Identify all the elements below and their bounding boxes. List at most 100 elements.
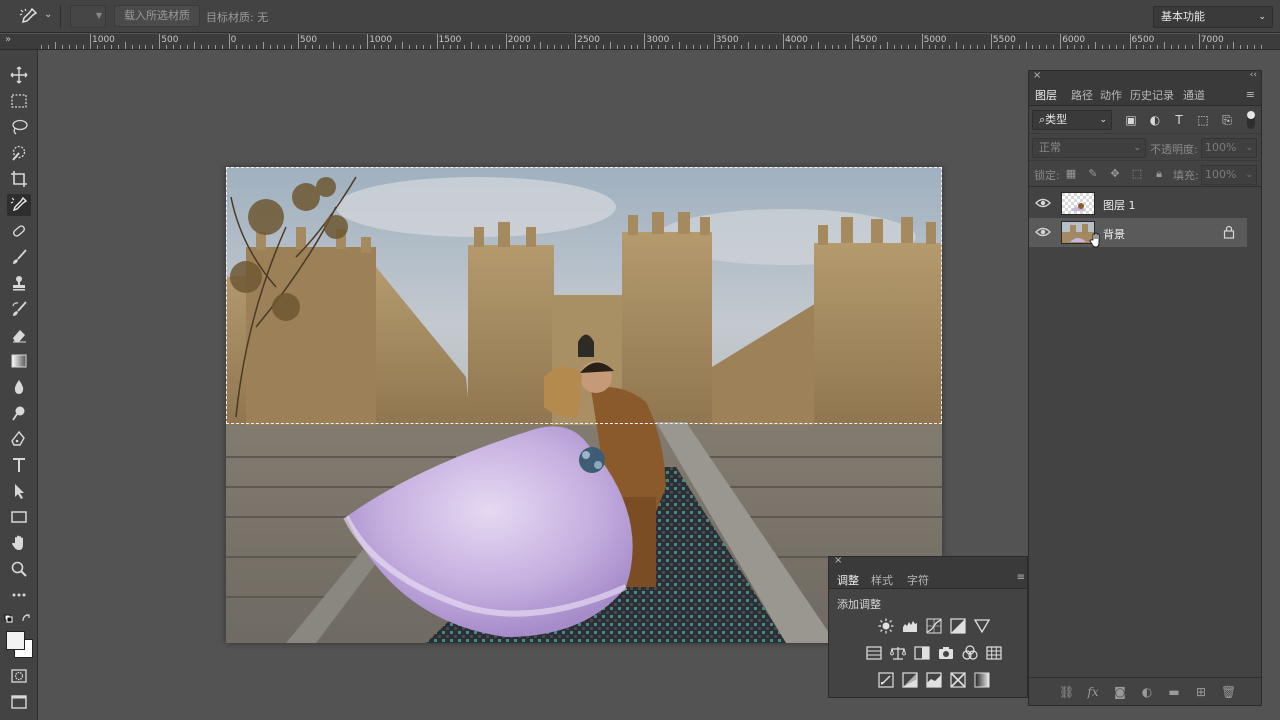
layer-row-background[interactable]: 背景 bbox=[1029, 218, 1247, 247]
history-brush-tool-icon[interactable] bbox=[7, 298, 31, 320]
selective-color-icon[interactable] bbox=[950, 672, 966, 688]
layer-kind-filter[interactable]: ⌕类型 ⌄ bbox=[1032, 110, 1112, 130]
ruler-corner[interactable]: » bbox=[0, 34, 38, 50]
panel-menu-icon[interactable]: ≡ bbox=[1017, 572, 1025, 583]
eraser-tool-icon[interactable] bbox=[7, 324, 31, 346]
visibility-eye-icon[interactable] bbox=[1035, 196, 1051, 210]
load-selected-material-button[interactable]: 载入所选材质 bbox=[114, 5, 200, 27]
levels-icon[interactable] bbox=[902, 618, 918, 634]
link-layers-icon[interactable]: ⛓ bbox=[1059, 685, 1074, 699]
posterize-icon[interactable] bbox=[902, 672, 918, 688]
curves-icon[interactable] bbox=[926, 618, 942, 634]
lock-all-icon[interactable]: 🔒︎ bbox=[1152, 167, 1166, 181]
fill-field[interactable]: 100% ⌄ bbox=[1201, 165, 1257, 185]
smart-object-filter-icon[interactable]: ⎘ bbox=[1220, 113, 1234, 127]
vibrance-icon[interactable] bbox=[974, 618, 990, 634]
quick-mask-icon[interactable] bbox=[7, 665, 31, 687]
pen-tool-icon[interactable] bbox=[7, 428, 31, 450]
fx-icon[interactable]: fx bbox=[1086, 685, 1100, 699]
blend-mode-select[interactable]: 正常 ⌄ bbox=[1032, 138, 1146, 158]
clone-stamp-tool-icon[interactable] bbox=[7, 272, 31, 294]
hand-tool-icon[interactable] bbox=[7, 532, 31, 554]
photo-filter-icon[interactable] bbox=[938, 645, 954, 661]
workspace-select[interactable]: 基本功能 ⌄ bbox=[1153, 6, 1273, 28]
threshold-icon[interactable] bbox=[926, 672, 942, 688]
type-filter-icon[interactable]: T bbox=[1172, 113, 1186, 127]
delete-layer-icon[interactable]: 🗑︎ bbox=[1221, 685, 1236, 699]
tab-history[interactable]: 历史记录 bbox=[1130, 87, 1174, 103]
tab-channels[interactable]: 通道 bbox=[1183, 87, 1205, 103]
ruler-minor-tick bbox=[353, 45, 355, 49]
horizontal-ruler[interactable]: 1000 500 0 500 1000 1500 2000 2500 3000 3500 4000 4… bbox=[38, 34, 1280, 50]
eyedropper-tool-icon[interactable] bbox=[7, 194, 31, 216]
close-panel-icon[interactable]: × bbox=[1033, 70, 1041, 81]
layer-name[interactable]: 背景 bbox=[1103, 226, 1125, 242]
ruler-minor-tick bbox=[1039, 45, 1041, 49]
opacity-field[interactable]: 100% ⌄ bbox=[1201, 138, 1257, 158]
type-tool-icon[interactable] bbox=[7, 454, 31, 476]
ruler-minor-tick bbox=[235, 45, 237, 49]
tab-layers[interactable]: 图层 bbox=[1035, 87, 1057, 103]
adjustment-filter-icon[interactable]: ◐ bbox=[1148, 113, 1162, 127]
tab-character[interactable]: 字符 bbox=[907, 572, 929, 588]
marquee-tool-icon[interactable] bbox=[7, 90, 31, 112]
panel-menu-icon[interactable]: ≡ bbox=[1246, 88, 1255, 101]
tab-styles[interactable]: 样式 bbox=[871, 572, 893, 588]
gradient-tool-icon[interactable] bbox=[7, 350, 31, 372]
brush-tool-icon[interactable] bbox=[7, 246, 31, 268]
dodge-tool-icon[interactable] bbox=[7, 402, 31, 424]
path-selection-tool-icon[interactable] bbox=[7, 480, 31, 502]
pixel-filter-icon[interactable]: ▣ bbox=[1124, 113, 1138, 127]
rectangle-tool-icon[interactable] bbox=[7, 506, 31, 528]
new-adjustment-layer-icon[interactable]: ◐ bbox=[1140, 685, 1154, 699]
tool-preset-chevron-icon[interactable]: ⌄ bbox=[44, 9, 52, 20]
more-tools-icon[interactable] bbox=[7, 584, 31, 606]
color-balance-icon[interactable] bbox=[890, 645, 906, 661]
zoom-tool-icon[interactable] bbox=[7, 558, 31, 580]
tab-actions[interactable]: 动作 bbox=[1100, 87, 1122, 103]
brightness-contrast-icon[interactable] bbox=[878, 618, 894, 634]
ruler-minor-tick bbox=[180, 45, 182, 49]
shape-filter-icon[interactable]: ⬚ bbox=[1196, 113, 1210, 127]
move-tool-icon[interactable] bbox=[7, 64, 31, 86]
material-picker[interactable]: ▼ bbox=[70, 5, 106, 28]
crop-tool-icon[interactable] bbox=[7, 168, 31, 190]
layer-name[interactable]: 图层 1 bbox=[1103, 197, 1136, 213]
ruler-label: 3500 bbox=[715, 35, 739, 45]
visibility-eye-icon[interactable] bbox=[1035, 225, 1051, 239]
color-swatches[interactable] bbox=[5, 630, 35, 660]
tab-adjustments[interactable]: 调整 bbox=[837, 572, 859, 588]
collapse-panel-icon[interactable]: ‹‹ bbox=[1250, 70, 1257, 80]
close-panel-icon[interactable]: × bbox=[834, 555, 842, 566]
color-lookup-icon[interactable] bbox=[986, 645, 1002, 661]
layer-row-layer1[interactable]: 图层 1 bbox=[1029, 189, 1247, 218]
default-colors-icon[interactable] bbox=[4, 612, 34, 626]
tab-paths[interactable]: 路径 bbox=[1071, 87, 1093, 103]
ruler-minor-tick bbox=[277, 45, 279, 49]
blur-tool-icon[interactable] bbox=[7, 376, 31, 398]
quick-selection-tool-icon[interactable] bbox=[7, 142, 31, 164]
new-layer-icon[interactable]: ⊞ bbox=[1194, 685, 1208, 699]
eyedropper-material-icon[interactable] bbox=[18, 7, 38, 27]
black-white-icon[interactable] bbox=[914, 645, 930, 661]
screen-mode-icon[interactable] bbox=[7, 691, 31, 713]
ruler-major-tick bbox=[1060, 34, 1062, 49]
gradient-map-icon[interactable] bbox=[974, 672, 990, 688]
ruler-minor-tick bbox=[893, 45, 895, 49]
channel-mixer-icon[interactable] bbox=[962, 645, 978, 661]
ruler-minor-tick bbox=[568, 45, 570, 49]
layer-locked-icon[interactable] bbox=[1223, 225, 1235, 239]
filter-toggle[interactable] bbox=[1247, 111, 1255, 129]
lock-transparent-icon[interactable]: ▦ bbox=[1064, 167, 1078, 181]
lock-artboard-icon[interactable]: ⬚ bbox=[1130, 167, 1144, 181]
new-group-icon[interactable]: ▬ bbox=[1167, 685, 1181, 699]
lasso-tool-icon[interactable] bbox=[7, 116, 31, 138]
healing-brush-tool-icon[interactable] bbox=[7, 220, 31, 242]
lock-image-icon[interactable]: ✎ bbox=[1086, 167, 1100, 181]
lock-position-icon[interactable]: ✥ bbox=[1108, 167, 1122, 181]
invert-icon[interactable] bbox=[878, 672, 894, 688]
hue-saturation-icon[interactable] bbox=[866, 645, 882, 661]
foreground-color-swatch[interactable] bbox=[6, 631, 25, 650]
add-mask-icon[interactable]: ◙ bbox=[1113, 685, 1127, 699]
exposure-icon[interactable] bbox=[950, 618, 966, 634]
